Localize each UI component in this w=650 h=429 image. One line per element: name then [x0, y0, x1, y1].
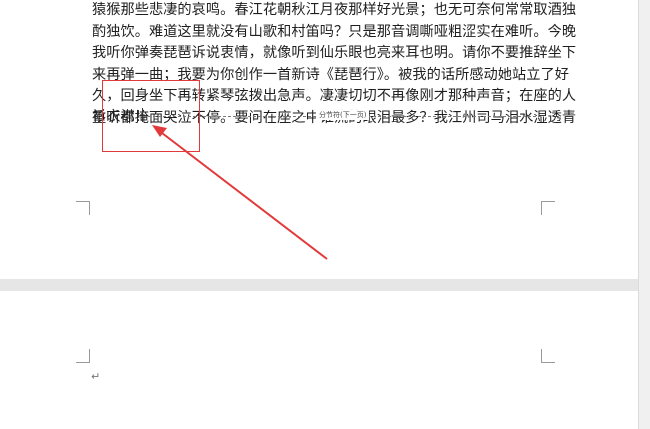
annotation-arrow-icon: [152, 125, 328, 260]
